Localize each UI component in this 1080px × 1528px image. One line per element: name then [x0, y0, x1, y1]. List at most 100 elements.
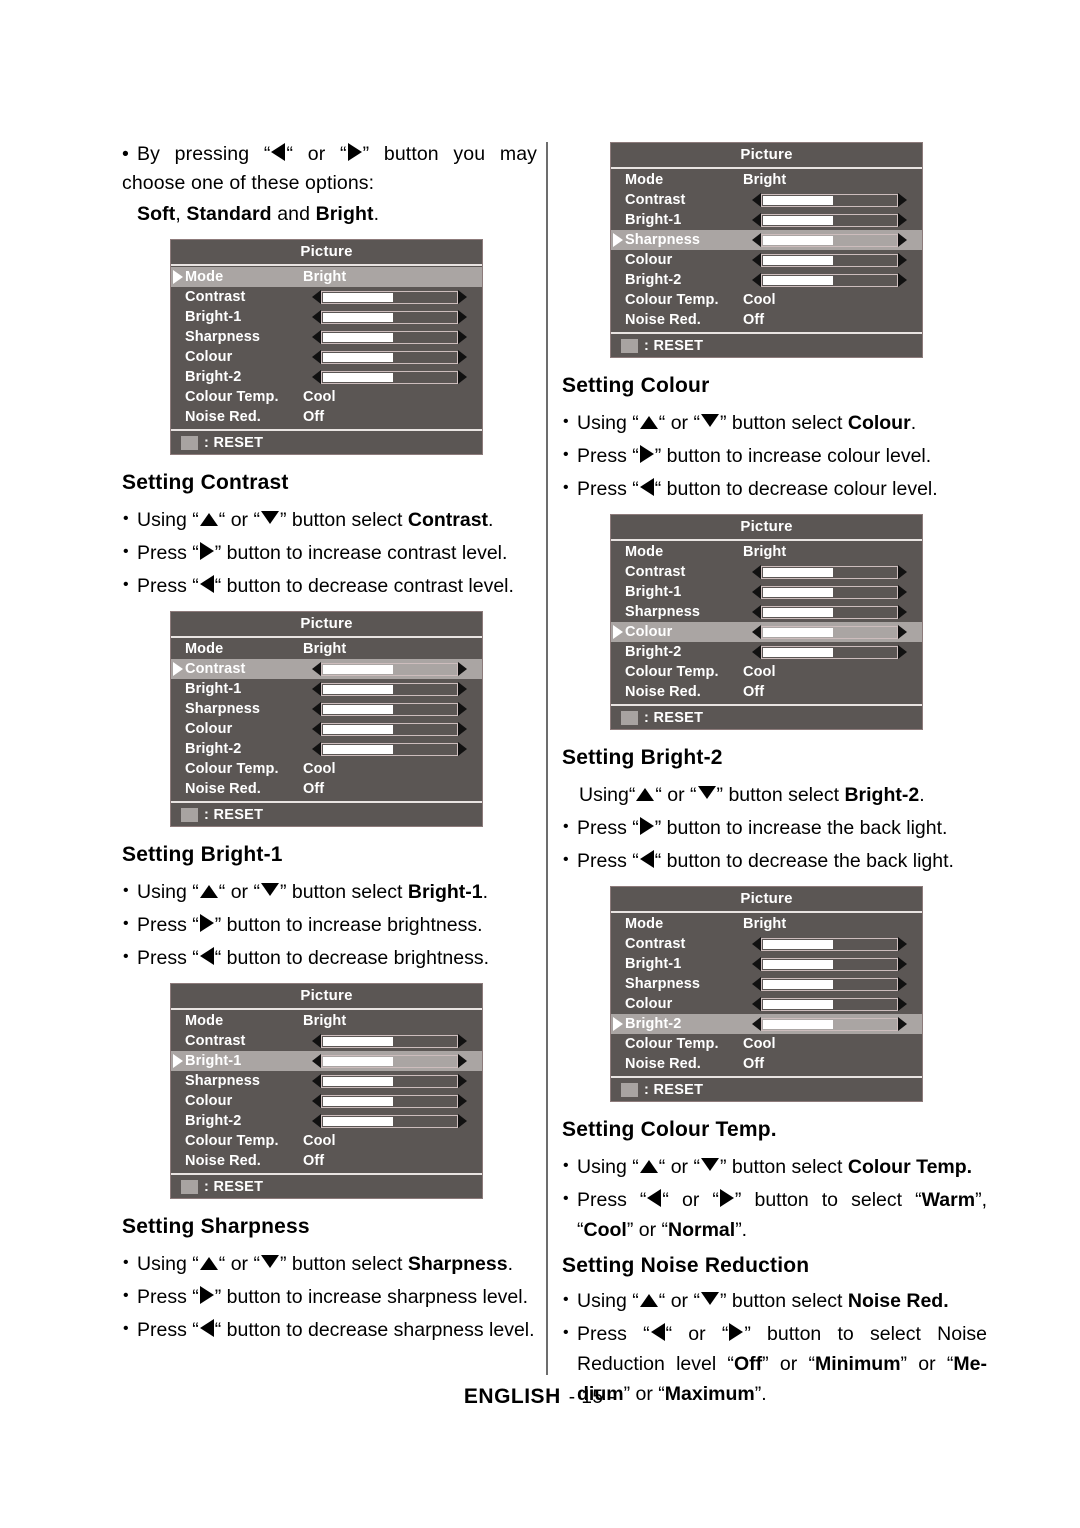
slider-track[interactable]	[321, 1094, 458, 1108]
slider-right-arrow-icon[interactable]	[898, 273, 916, 287]
slider-right-arrow-icon[interactable]	[898, 233, 916, 247]
osd-row-sharpness[interactable]: Sharpness	[611, 230, 922, 250]
slider-left-arrow-icon[interactable]	[303, 702, 321, 716]
osd-slider[interactable]	[303, 350, 476, 365]
osd-row-bright-1[interactable]: Bright-1	[611, 582, 922, 602]
osd-reset-footer[interactable]: : RESET	[611, 332, 922, 357]
osd-row-bright-2[interactable]: Bright-2	[611, 1014, 922, 1034]
osd-reset-footer[interactable]: : RESET	[171, 429, 482, 454]
slider-right-arrow-icon[interactable]	[898, 253, 916, 267]
slider-left-arrow-icon[interactable]	[743, 565, 761, 579]
osd-picture-menu-colour[interactable]: Picture Mode Bright Contrast Bright-1 Sh…	[610, 514, 923, 730]
slider-left-arrow-icon[interactable]	[743, 957, 761, 971]
osd-picture-menu-sharpness[interactable]: Picture Mode Bright Contrast Bright-1 Sh…	[610, 142, 923, 358]
slider-track[interactable]	[321, 370, 458, 384]
osd-row-mode[interactable]: Mode Bright	[171, 267, 482, 287]
slider-right-arrow-icon[interactable]	[458, 1094, 476, 1108]
slider-left-arrow-icon[interactable]	[743, 997, 761, 1011]
slider-right-arrow-icon[interactable]	[898, 605, 916, 619]
osd-row-bright-1[interactable]: Bright-1	[171, 679, 482, 699]
slider-track[interactable]	[321, 702, 458, 716]
slider-left-arrow-icon[interactable]	[743, 645, 761, 659]
osd-slider[interactable]	[743, 565, 916, 580]
osd-row-noise-red[interactable]: Noise Red. Off	[611, 1054, 922, 1074]
slider-right-arrow-icon[interactable]	[898, 645, 916, 659]
osd-slider[interactable]	[303, 1034, 476, 1049]
osd-row-colour-temp[interactable]: Colour Temp. Cool	[611, 662, 922, 682]
slider-track[interactable]	[761, 565, 898, 579]
osd-picture-menu-bright-1[interactable]: Picture Mode Bright Contrast Bright-1 Sh…	[170, 983, 483, 1199]
osd-slider[interactable]	[743, 937, 916, 952]
osd-row-colour[interactable]: Colour	[611, 250, 922, 270]
slider-track[interactable]	[321, 742, 458, 756]
slider-right-arrow-icon[interactable]	[898, 213, 916, 227]
osd-row-colour-temp[interactable]: Colour Temp. Cool	[611, 1034, 922, 1054]
osd-slider[interactable]	[743, 997, 916, 1012]
slider-left-arrow-icon[interactable]	[743, 273, 761, 287]
osd-slider[interactable]	[303, 1094, 476, 1109]
slider-track[interactable]	[761, 957, 898, 971]
osd-row-bright-2[interactable]: Bright-2	[611, 270, 922, 290]
slider-left-arrow-icon[interactable]	[743, 625, 761, 639]
osd-row-colour[interactable]: Colour	[611, 994, 922, 1014]
slider-track[interactable]	[761, 977, 898, 991]
osd-row-sharpness[interactable]: Sharpness	[171, 1071, 482, 1091]
slider-right-arrow-icon[interactable]	[458, 742, 476, 756]
osd-slider[interactable]	[303, 1114, 476, 1129]
osd-reset-footer[interactable]: : RESET	[171, 801, 482, 826]
osd-row-colour[interactable]: Colour	[171, 1091, 482, 1111]
slider-right-arrow-icon[interactable]	[898, 565, 916, 579]
osd-slider[interactable]	[743, 585, 916, 600]
slider-track[interactable]	[321, 1074, 458, 1088]
osd-slider[interactable]	[743, 253, 916, 268]
osd-reset-footer[interactable]: : RESET	[611, 704, 922, 729]
slider-right-arrow-icon[interactable]	[458, 330, 476, 344]
slider-track[interactable]	[761, 625, 898, 639]
osd-slider[interactable]	[743, 977, 916, 992]
slider-right-arrow-icon[interactable]	[458, 1054, 476, 1068]
slider-track[interactable]	[321, 350, 458, 364]
slider-left-arrow-icon[interactable]	[303, 330, 321, 344]
osd-row-noise-red[interactable]: Noise Red. Off	[611, 682, 922, 702]
slider-track[interactable]	[761, 585, 898, 599]
osd-slider[interactable]	[303, 1074, 476, 1089]
osd-row-colour[interactable]: Colour	[611, 622, 922, 642]
osd-row-noise-red[interactable]: Noise Red. Off	[171, 779, 482, 799]
slider-left-arrow-icon[interactable]	[743, 977, 761, 991]
osd-row-colour-temp[interactable]: Colour Temp. Cool	[611, 290, 922, 310]
slider-right-arrow-icon[interactable]	[898, 977, 916, 991]
osd-row-sharpness[interactable]: Sharpness	[611, 602, 922, 622]
slider-right-arrow-icon[interactable]	[458, 682, 476, 696]
slider-left-arrow-icon[interactable]	[743, 253, 761, 267]
osd-slider[interactable]	[743, 645, 916, 660]
osd-slider[interactable]	[743, 605, 916, 620]
osd-row-colour[interactable]: Colour	[171, 347, 482, 367]
osd-row-bright-2[interactable]: Bright-2	[611, 642, 922, 662]
slider-left-arrow-icon[interactable]	[743, 1017, 761, 1031]
osd-row-mode[interactable]: Mode Bright	[611, 914, 922, 934]
slider-left-arrow-icon[interactable]	[303, 1074, 321, 1088]
osd-row-noise-red[interactable]: Noise Red. Off	[611, 310, 922, 330]
slider-track[interactable]	[321, 1114, 458, 1128]
osd-slider[interactable]	[303, 702, 476, 717]
slider-right-arrow-icon[interactable]	[898, 997, 916, 1011]
osd-row-contrast[interactable]: Contrast	[171, 659, 482, 679]
osd-row-colour-temp[interactable]: Colour Temp. Cool	[171, 759, 482, 779]
slider-right-arrow-icon[interactable]	[458, 702, 476, 716]
slider-left-arrow-icon[interactable]	[303, 1054, 321, 1068]
slider-track[interactable]	[761, 605, 898, 619]
slider-right-arrow-icon[interactable]	[458, 1034, 476, 1048]
osd-slider[interactable]	[743, 213, 916, 228]
slider-right-arrow-icon[interactable]	[458, 290, 476, 304]
osd-row-noise-red[interactable]: Noise Red. Off	[171, 407, 482, 427]
osd-slider[interactable]	[743, 233, 916, 248]
slider-right-arrow-icon[interactable]	[458, 1114, 476, 1128]
slider-left-arrow-icon[interactable]	[303, 742, 321, 756]
slider-track[interactable]	[761, 213, 898, 227]
slider-track[interactable]	[321, 662, 458, 676]
slider-right-arrow-icon[interactable]	[458, 1074, 476, 1088]
osd-row-sharpness[interactable]: Sharpness	[171, 327, 482, 347]
osd-row-bright-2[interactable]: Bright-2	[171, 739, 482, 759]
osd-slider[interactable]	[743, 193, 916, 208]
slider-track[interactable]	[761, 233, 898, 247]
